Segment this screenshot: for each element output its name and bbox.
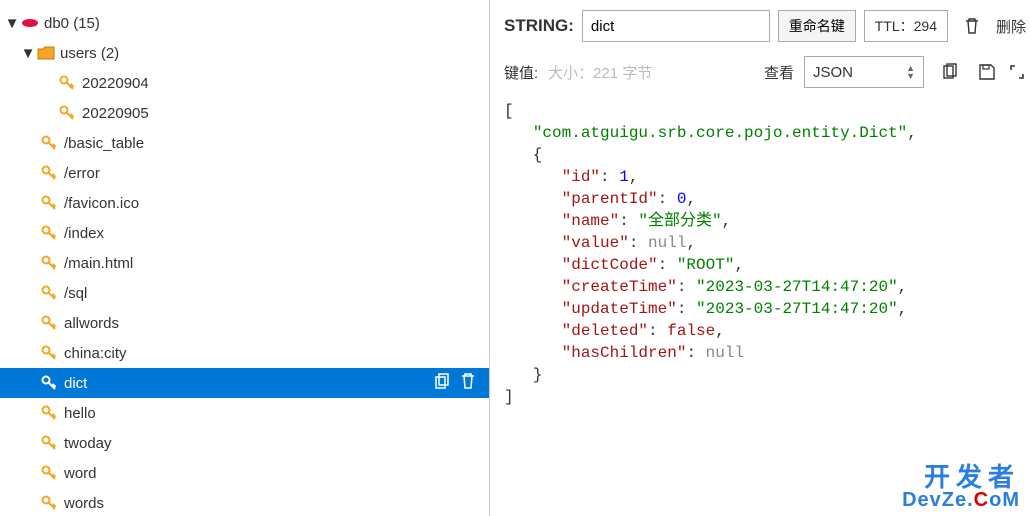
tree-key-row[interactable]: twoday (0, 428, 489, 458)
rename-key-button[interactable]: 重命名键 (778, 10, 856, 42)
key-name-input[interactable] (582, 10, 770, 42)
key-icon (40, 315, 58, 331)
key-icon (40, 495, 58, 511)
view-mode-value: JSON (813, 64, 853, 81)
collapse-triangle-icon[interactable]: ▼ (22, 45, 34, 62)
tree-key-row[interactable]: dict (0, 368, 489, 398)
copy-icon[interactable] (934, 56, 966, 88)
key-label: 20220905 (82, 105, 489, 122)
tree-db-row[interactable]: ▼ db0 (15) (0, 8, 489, 38)
key-icon (40, 285, 58, 301)
view-mode-select[interactable]: JSON ▲▼ (804, 56, 924, 88)
tree-key-row[interactable]: /error (0, 158, 489, 188)
db-label: db0 (15) (44, 15, 489, 32)
json-content[interactable]: [ "com.atguigu.srb.core.pojo.entity.Dict… (504, 92, 1026, 512)
key-icon (40, 135, 58, 151)
key-label: allwords (64, 315, 489, 332)
key-icon (40, 165, 58, 181)
delete-icon[interactable] (956, 10, 988, 42)
tree-key-row[interactable]: /index (0, 218, 489, 248)
tree-key-row[interactable]: 20220905 (0, 98, 489, 128)
key-label: word (64, 465, 489, 482)
key-icon (40, 225, 58, 241)
key-label: /basic_table (64, 135, 489, 152)
database-icon (20, 18, 40, 28)
key-label: words (64, 495, 489, 512)
tree-key-row[interactable]: hello (0, 398, 489, 428)
ttl-display[interactable]: TTL：294 (864, 10, 948, 42)
key-label: dict (64, 375, 433, 392)
key-label: /index (64, 225, 489, 242)
tree-key-row[interactable]: word (0, 458, 489, 488)
tree-folder-users[interactable]: ▼ users (2) (0, 38, 489, 68)
detail-panel: STRING: 重命名键 TTL：294 删除 键值: 大小：221 字节 查看… (490, 0, 1030, 516)
key-header-row: STRING: 重命名键 TTL：294 删除 (504, 6, 1026, 46)
key-icon (40, 195, 58, 211)
tree-key-row[interactable]: 20220904 (0, 68, 489, 98)
folder-icon (36, 46, 56, 60)
save-icon[interactable] (976, 56, 998, 88)
key-icon (40, 465, 58, 481)
tree-key-row[interactable]: words (0, 488, 489, 516)
key-label: /sql (64, 285, 489, 302)
delete-icon[interactable] (459, 372, 477, 394)
copy-icon[interactable] (433, 372, 451, 394)
key-icon (58, 105, 76, 121)
tree-panel: ▼ db0 (15) ▼ users (2) 2022090420220905 … (0, 0, 490, 516)
collapse-triangle-icon[interactable]: ▼ (6, 15, 18, 32)
value-label: 键值: (504, 62, 538, 83)
chevron-updown-icon: ▲▼ (906, 64, 915, 80)
key-label: /favicon.ico (64, 195, 489, 212)
expand-icon[interactable] (1008, 56, 1026, 88)
key-icon (40, 375, 58, 391)
value-header-row: 键值: 大小：221 字节 查看 JSON ▲▼ (504, 52, 1026, 92)
key-icon (58, 75, 76, 91)
tree-key-row[interactable]: /favicon.ico (0, 188, 489, 218)
key-label: china:city (64, 345, 489, 362)
delete-button-label[interactable]: 删除 (996, 16, 1026, 37)
tree-key-row[interactable]: /sql (0, 278, 489, 308)
key-label: 20220904 (82, 75, 489, 92)
tree-key-row[interactable]: /main.html (0, 248, 489, 278)
key-label: /main.html (64, 255, 489, 272)
size-hint: 大小：221 字节 (548, 62, 652, 83)
tree-key-row[interactable]: /basic_table (0, 128, 489, 158)
key-icon (40, 435, 58, 451)
view-label: 查看 (764, 62, 794, 83)
key-label: /error (64, 165, 489, 182)
folder-label: users (2) (60, 45, 489, 62)
key-label: hello (64, 405, 489, 422)
type-label: STRING: (504, 16, 574, 36)
key-icon (40, 405, 58, 421)
key-icon (40, 345, 58, 361)
key-label: twoday (64, 435, 489, 452)
tree-key-row[interactable]: china:city (0, 338, 489, 368)
tree-key-row[interactable]: allwords (0, 308, 489, 338)
key-icon (40, 255, 58, 271)
